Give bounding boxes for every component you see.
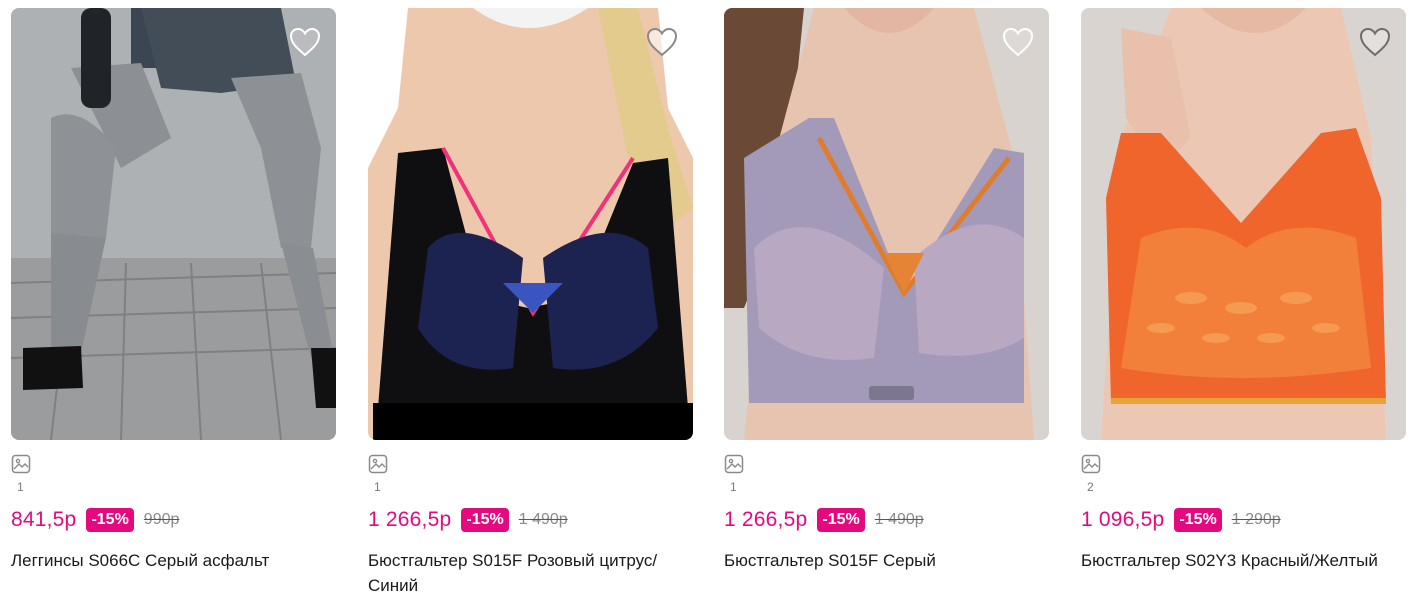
photo-gallery-indicator[interactable]: 1 bbox=[368, 454, 398, 494]
product-card[interactable]: 1 841,5р -15% 990р Леггинсы S066C Серый … bbox=[11, 8, 336, 590]
favorite-button[interactable] bbox=[1001, 26, 1035, 58]
photo-count: 1 bbox=[17, 480, 24, 494]
sports-bra-orange-photo bbox=[1081, 8, 1406, 440]
sports-bra-black-photo bbox=[368, 8, 693, 440]
heart-outline-icon bbox=[1002, 27, 1034, 57]
image-gallery-icon bbox=[1081, 454, 1101, 474]
product-photo[interactable] bbox=[724, 8, 1049, 440]
product-photo[interactable] bbox=[368, 8, 693, 440]
discount-badge: -15% bbox=[817, 508, 865, 532]
product-title[interactable]: Бюстгальтер S02Y3 Красный/Желтый bbox=[1081, 548, 1406, 573]
old-price: 1 490р bbox=[518, 511, 568, 528]
current-price: 1 266,5р bbox=[368, 508, 452, 531]
heart-outline-icon bbox=[289, 27, 321, 57]
discount-badge: -15% bbox=[461, 508, 509, 532]
favorite-button[interactable] bbox=[645, 26, 679, 58]
price-row: 1 266,5р -15% 1 490р bbox=[724, 508, 924, 532]
discount-badge: -15% bbox=[1174, 508, 1222, 532]
price-row: 1 096,5р -15% 1 290р bbox=[1081, 508, 1281, 532]
current-price: 841,5р bbox=[11, 508, 77, 531]
photo-gallery-indicator[interactable]: 1 bbox=[11, 454, 41, 494]
photo-count: 1 bbox=[374, 480, 381, 494]
product-card[interactable]: 1 1 266,5р -15% 1 490р Бюстгальтер S015F… bbox=[724, 8, 1049, 590]
old-price: 1 290р bbox=[1231, 511, 1281, 528]
price-row: 1 266,5р -15% 1 490р bbox=[368, 508, 568, 532]
image-gallery-icon bbox=[368, 454, 388, 474]
old-price: 1 490р bbox=[874, 511, 924, 528]
price-row: 841,5р -15% 990р bbox=[11, 508, 179, 532]
photo-count: 2 bbox=[1087, 480, 1094, 494]
heart-outline-icon bbox=[646, 27, 678, 57]
old-price: 990р bbox=[143, 511, 180, 528]
product-card[interactable]: 2 1 096,5р -15% 1 290р Бюстгальтер S02Y3… bbox=[1081, 8, 1406, 590]
favorite-button[interactable] bbox=[1358, 26, 1392, 58]
current-price: 1 266,5р bbox=[724, 508, 808, 531]
product-card[interactable]: 1 1 266,5р -15% 1 490р Бюстгальтер S015F… bbox=[368, 8, 693, 595]
product-title[interactable]: Леггинсы S066C Серый асфальт bbox=[11, 548, 336, 573]
photo-count: 1 bbox=[730, 480, 737, 494]
heart-outline-icon bbox=[1359, 27, 1391, 57]
favorite-button[interactable] bbox=[288, 26, 322, 58]
photo-gallery-indicator[interactable]: 1 bbox=[724, 454, 754, 494]
discount-badge: -15% bbox=[86, 508, 134, 532]
product-title[interactable]: Бюстгальтер S015F Розовый цитрус/Синий bbox=[368, 548, 693, 598]
product-title[interactable]: Бюстгальтер S015F Серый bbox=[724, 548, 1049, 573]
product-photo[interactable] bbox=[11, 8, 336, 440]
image-gallery-icon bbox=[11, 454, 31, 474]
product-grid: 1 841,5р -15% 990р Леггинсы S066C Серый … bbox=[0, 0, 1425, 595]
sports-bra-grey-photo bbox=[724, 8, 1049, 440]
image-gallery-icon bbox=[724, 454, 744, 474]
current-price: 1 096,5р bbox=[1081, 508, 1165, 531]
leggings-photo bbox=[11, 8, 336, 440]
product-photo[interactable] bbox=[1081, 8, 1406, 440]
photo-gallery-indicator[interactable]: 2 bbox=[1081, 454, 1111, 494]
